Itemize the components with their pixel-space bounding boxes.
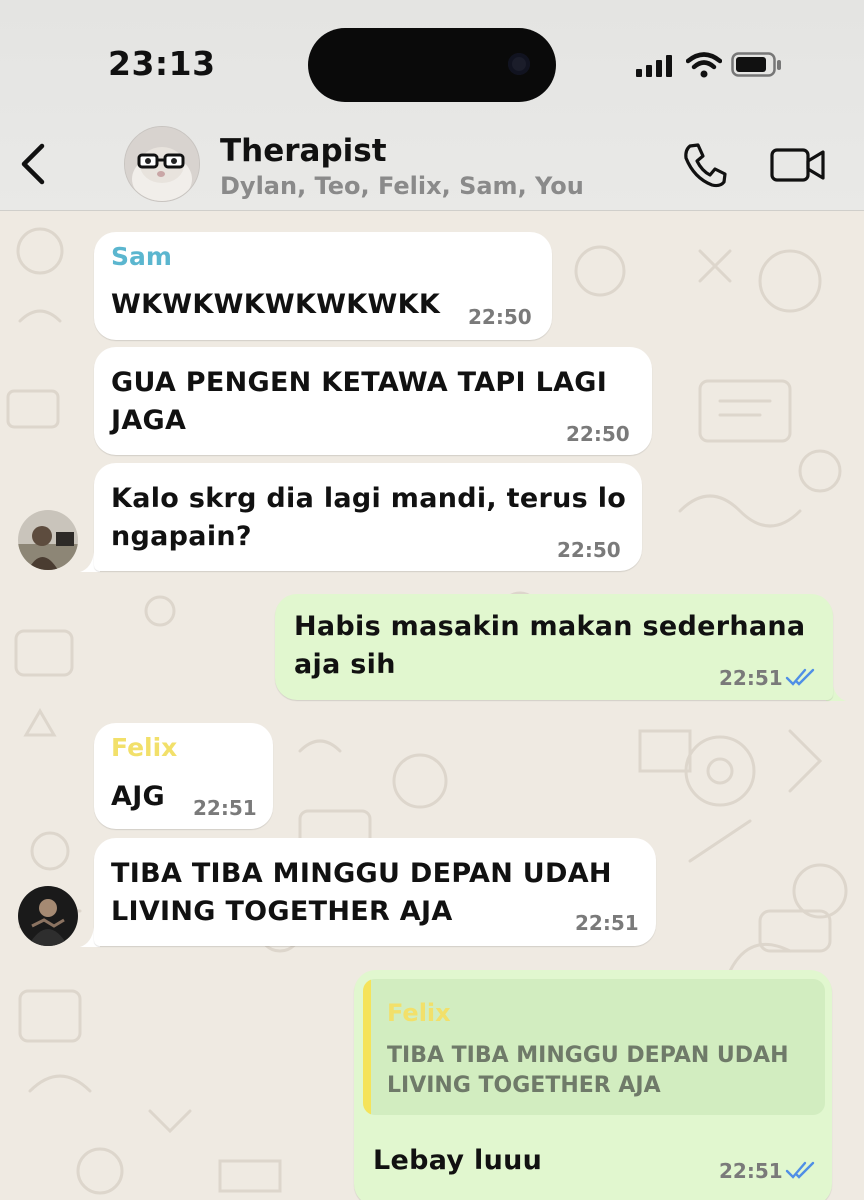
quote-text-line: LIVING TOGETHER AJA (387, 1073, 661, 1098)
chat-title[interactable]: Therapist (220, 133, 387, 169)
incoming-message-bubble[interactable]: TIBA TIBA MINGGU DEPAN UDAH LIVING TOGET… (94, 838, 656, 946)
group-avatar[interactable] (124, 126, 200, 202)
incoming-message-bubble[interactable]: Felix AJG 22:51 (94, 723, 273, 829)
read-receipt-icon (785, 668, 815, 686)
wifi-icon (686, 52, 722, 78)
phone-call-icon[interactable] (680, 140, 730, 190)
back-chevron-icon[interactable] (16, 142, 52, 186)
chat-header: 23:13 Therapist Dylan, Teo, Felix, Sam, … (0, 0, 864, 211)
message-text-line: ngapain? (111, 521, 252, 552)
message-timestamp: 22:51 (719, 666, 783, 690)
sender-avatar[interactable] (18, 510, 78, 570)
message-timestamp: 22:51 (193, 796, 257, 820)
chat-participants[interactable]: Dylan, Teo, Felix, Sam, You (220, 172, 584, 200)
outgoing-message-bubble[interactable]: Felix TIBA TIBA MINGGU DEPAN UDAH LIVING… (354, 970, 832, 1200)
message-timestamp: 22:50 (468, 305, 532, 329)
video-call-icon[interactable] (770, 144, 826, 186)
message-text: AJG (111, 781, 166, 812)
message-text-line: LIVING TOGETHER AJA (111, 896, 453, 927)
message-text: WKWKWKWKWKWKK (111, 289, 441, 320)
message-list[interactable]: Sam WKWKWKWKWKWKK 22:50 GUA PENGEN KETAW… (0, 211, 864, 1200)
sender-name: Sam (111, 242, 172, 271)
signal-icon (636, 55, 672, 77)
message-text-line: JAGA (111, 405, 187, 436)
quoted-message[interactable]: Felix TIBA TIBA MINGGU DEPAN UDAH LIVING… (363, 979, 825, 1115)
sender-name: Felix (111, 733, 178, 762)
sender-avatar[interactable] (18, 886, 78, 946)
message-text: Lebay luuu (373, 1145, 543, 1176)
outgoing-message-bubble[interactable]: Habis masakin makan sederhana aja sih 22… (275, 594, 833, 700)
person-photo-icon (18, 886, 78, 946)
hamster-glasses-icon (125, 127, 199, 201)
message-timestamp: 22:50 (557, 538, 621, 562)
incoming-message-bubble[interactable]: GUA PENGEN KETAWA TAPI LAGI JAGA 22:50 (94, 347, 652, 455)
incoming-message-bubble[interactable]: Sam WKWKWKWKWKWKK 22:50 (94, 232, 552, 340)
quote-sender-name: Felix (387, 999, 451, 1027)
message-timestamp: 22:50 (566, 422, 630, 446)
read-receipt-icon (785, 1161, 815, 1179)
message-text-line: GUA PENGEN KETAWA TAPI LAGI (111, 367, 608, 398)
person-photo-icon (18, 510, 78, 570)
quote-accent-bar (363, 979, 371, 1115)
message-text-line: Habis masakin makan sederhana (294, 611, 806, 642)
battery-icon (731, 52, 781, 77)
message-timestamp: 22:51 (575, 911, 639, 935)
dynamic-island (308, 28, 556, 102)
status-time: 23:13 (108, 44, 216, 83)
message-text-line: aja sih (294, 649, 396, 680)
message-timestamp: 22:51 (719, 1159, 783, 1183)
message-text-line: Kalo skrg dia lagi mandi, terus lo (111, 483, 627, 514)
quote-text-line: TIBA TIBA MINGGU DEPAN UDAH (387, 1043, 789, 1068)
incoming-message-bubble[interactable]: Kalo skrg dia lagi mandi, terus lo ngapa… (94, 463, 642, 571)
message-text-line: TIBA TIBA MINGGU DEPAN UDAH (111, 858, 612, 889)
